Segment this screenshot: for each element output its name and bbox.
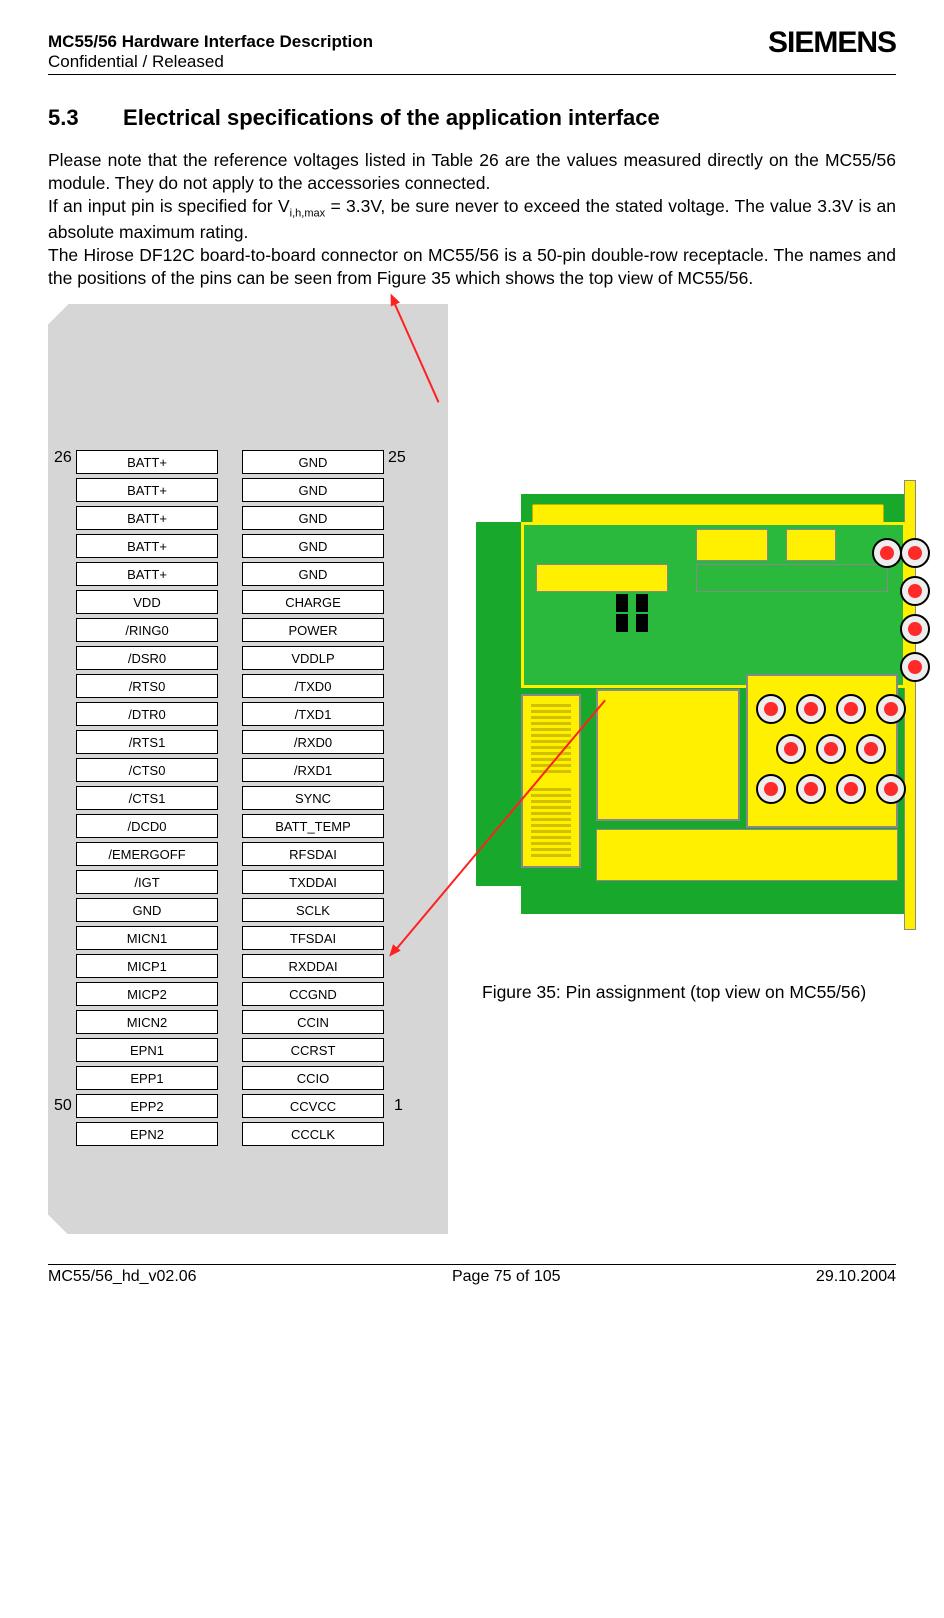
pin-panel: 26 50 25 1 BATT+ BATT+ BATT+ BATT+ BATT+ VDD /…	[48, 304, 448, 1234]
pin-num-26: 26	[54, 449, 72, 467]
section-heading: 5.3 Electrical specifications of the app…	[48, 105, 896, 131]
pin-left-14: /EMERGOFF	[76, 842, 218, 866]
pin-left-4: BATT+	[76, 562, 218, 586]
pin-left-24: EPN2	[76, 1122, 218, 1146]
pin-right-23: CCVCC	[242, 1094, 384, 1118]
footer-right: 29.10.2004	[816, 1268, 896, 1286]
section-number: 5.3	[48, 105, 79, 131]
pin-left-13: /DCD0	[76, 814, 218, 838]
page-header: MC55/56 Hardware Interface Description C…	[48, 32, 896, 75]
pin-left-2: BATT+	[76, 506, 218, 530]
body-text: Please note that the reference voltages …	[48, 149, 896, 290]
pin-right-21: CCRST	[242, 1038, 384, 1062]
doc-subtitle: Confidential / Released	[48, 52, 373, 72]
pin-left-5: VDD	[76, 590, 218, 614]
pin-right-18: RXDDAI	[242, 954, 384, 978]
pin-right-15: TXDDAI	[242, 870, 384, 894]
pin-right-7: VDDLP	[242, 646, 384, 670]
pin-num-50: 50	[54, 1097, 72, 1115]
pin-num-25: 25	[388, 449, 406, 467]
section-title: Electrical specifications of the applica…	[123, 105, 660, 131]
pin-left-9: /DTR0	[76, 702, 218, 726]
pin-right-4: GND	[242, 562, 384, 586]
pin-left-18: MICP1	[76, 954, 218, 978]
footer-center: Page 75 of 105	[452, 1268, 561, 1286]
pin-left-17: MICN1	[76, 926, 218, 950]
pin-right-24: CCCLK	[242, 1122, 384, 1146]
pin-right-6: POWER	[242, 618, 384, 642]
figure-caption: Figure 35: Pin assignment (top view on M…	[482, 982, 866, 1003]
connector-icon	[521, 694, 581, 868]
page-footer: MC55/56_hd_v02.06 Page 75 of 105 29.10.2…	[48, 1264, 896, 1286]
pin-right-10: /RXD0	[242, 730, 384, 754]
pin-right-16: SCLK	[242, 898, 384, 922]
pin-right-14: RFSDAI	[242, 842, 384, 866]
pin-right-9: /TXD1	[242, 702, 384, 726]
pin-col-right: GND GND GND GND GND CHARGE POWER VDDLP/TXD0/TXD…	[242, 450, 384, 1146]
pin-right-2: GND	[242, 506, 384, 530]
pin-left-21: EPN1	[76, 1038, 218, 1062]
pin-left-8: /RTS0	[76, 674, 218, 698]
pin-right-12: SYNC	[242, 786, 384, 810]
figure-wrapper: 26 50 25 1 BATT+ BATT+ BATT+ BATT+ BATT+ VDD /…	[48, 304, 896, 1234]
pin-left-19: MICP2	[76, 982, 218, 1006]
pin-left-3: BATT+	[76, 534, 218, 558]
pin-right-13: BATT_TEMP	[242, 814, 384, 838]
siemens-logo: SIEMENS	[768, 26, 896, 60]
pin-left-10: /RTS1	[76, 730, 218, 754]
pin-left-20: MICN2	[76, 1010, 218, 1034]
pin-left-22: EPP1	[76, 1066, 218, 1090]
pcb-illustration	[476, 494, 916, 914]
pin-left-15: /IGT	[76, 870, 218, 894]
pin-left-1: BATT+	[76, 478, 218, 502]
pin-left-11: /CTS0	[76, 758, 218, 782]
pin-left-23: EPP2	[76, 1094, 218, 1118]
pin-right-3: GND	[242, 534, 384, 558]
pin-right-5: CHARGE	[242, 590, 384, 614]
pin-right-11: /RXD1	[242, 758, 384, 782]
pin-num-1: 1	[394, 1097, 403, 1115]
pin-left-16: GND	[76, 898, 218, 922]
pin-right-19: CCGND	[242, 982, 384, 1006]
pin-left-6: /RING0	[76, 618, 218, 642]
right-panel: Figure 35: Pin assignment (top view on M…	[448, 304, 896, 1234]
pin-right-20: CCIN	[242, 1010, 384, 1034]
pin-right-22: CCIO	[242, 1066, 384, 1090]
doc-title: MC55/56 Hardware Interface Description	[48, 32, 373, 52]
pin-left-7: /DSR0	[76, 646, 218, 670]
footer-left: MC55/56_hd_v02.06	[48, 1268, 197, 1286]
pin-right-1: GND	[242, 478, 384, 502]
pin-left-0: BATT+	[76, 450, 218, 474]
pin-right-17: TFSDAI	[242, 926, 384, 950]
pin-col-left: BATT+ BATT+ BATT+ BATT+ BATT+ VDD/RING0/DSR0 /…	[76, 450, 218, 1146]
pin-right-8: /TXD0	[242, 674, 384, 698]
pin-right-0: GND	[242, 450, 384, 474]
pin-left-12: /CTS1	[76, 786, 218, 810]
